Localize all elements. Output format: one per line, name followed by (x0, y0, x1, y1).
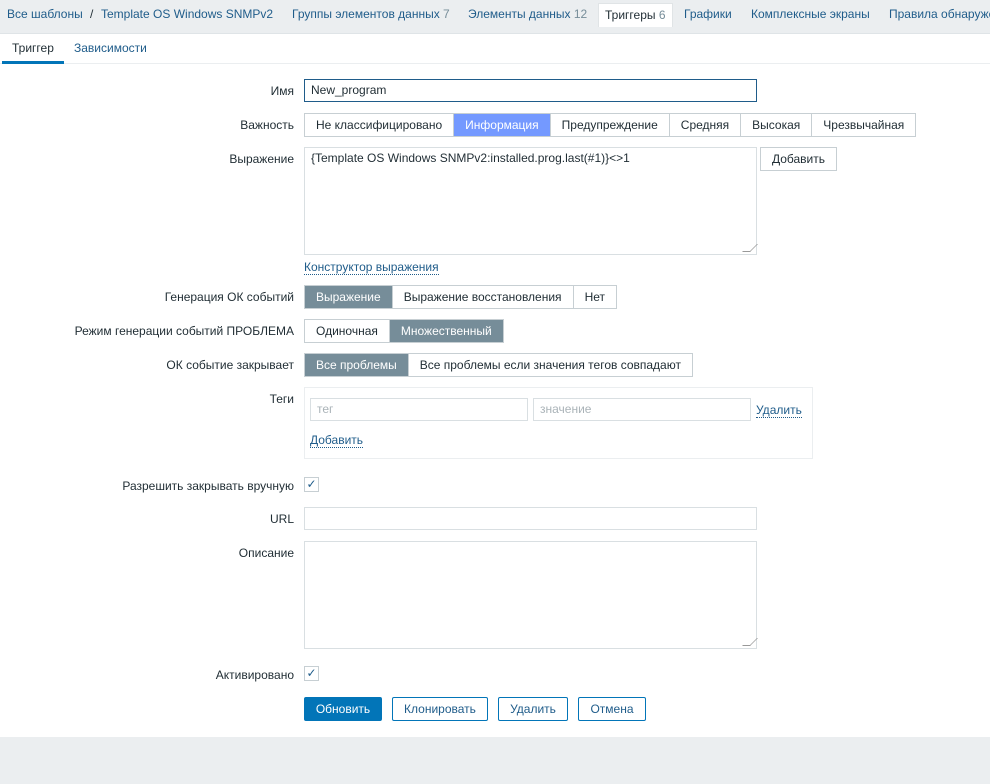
problem-mode-selector: Одиночная Множественный (304, 319, 504, 343)
cancel-button[interactable]: Отмена (578, 697, 646, 721)
severity-label: Важность (240, 118, 294, 132)
nav-count: 12 (573, 7, 588, 21)
nav-item-items[interactable]: Элементы данных 12 (468, 7, 587, 21)
tag-add-link[interactable]: Добавить (310, 433, 364, 448)
ok-gen-recovery[interactable]: Выражение восстановления (393, 286, 574, 308)
tag-value-input[interactable]: значение (533, 398, 751, 421)
nav-item-graphs[interactable]: Графики (684, 7, 732, 21)
ok-close-selector: Все проблемы Все проблемы если значения … (304, 353, 693, 377)
nav-item-label: Элементы данных (468, 7, 571, 21)
expression-constructor-link[interactable]: Конструктор выражения (304, 260, 439, 275)
nav-count: 6 (658, 8, 666, 22)
manual-close-label: Разрешить закрывать вручную (122, 479, 294, 493)
name-label: Имя (270, 84, 294, 98)
expression-textarea[interactable]: {Template OS Windows SNMPv2:installed.pr… (304, 147, 758, 255)
clone-button[interactable]: Клонировать (392, 697, 488, 721)
nav-count: 7 (443, 7, 450, 21)
problem-mode-multiple[interactable]: Множественный (389, 320, 503, 342)
severity-not-classified[interactable]: Не классифицировано (305, 114, 455, 136)
nav-item-triggers[interactable]: Триггеры 6 (598, 3, 673, 27)
breadcrumb-template[interactable]: Template OS Windows SNMPv2 (101, 7, 273, 21)
update-button[interactable]: Обновить (304, 697, 382, 721)
ok-close-all[interactable]: Все проблемы (305, 354, 409, 376)
severity-information[interactable]: Информация (454, 114, 551, 136)
nav-item-discovery[interactable]: Правила обнаруже (889, 7, 990, 21)
tag-name-input[interactable]: тег (310, 398, 528, 421)
add-expression-button[interactable]: Добавить (760, 147, 837, 171)
nav-item-groups[interactable]: Группы элементов данных 7 (292, 7, 450, 21)
breadcrumb-all-templates[interactable]: Все шаблоны (7, 7, 83, 21)
url-input[interactable] (304, 507, 757, 530)
ok-gen-expression[interactable]: Выражение (305, 286, 393, 308)
check-icon: ✓ (306, 666, 317, 680)
nav-item-label: Триггеры (605, 8, 656, 22)
enabled-label: Активировано (215, 668, 294, 682)
active-tab-indicator (2, 61, 64, 64)
description-textarea[interactable] (304, 541, 758, 649)
severity-selector: Не классифицировано Информация Предупреж… (304, 113, 917, 137)
ok-gen-selector: Выражение Выражение восстановления Нет (304, 285, 617, 309)
breadcrumb-nav: Все шаблоны / Template OS Windows SNMPv2… (0, 0, 990, 30)
ok-close-label: ОК событие закрывает (166, 358, 294, 372)
problem-mode-label: Режим генерации событий ПРОБЛЕМА (74, 324, 294, 338)
tab-trigger[interactable]: Триггер (12, 41, 54, 55)
manual-close-checkbox[interactable]: ✓ (304, 477, 319, 492)
check-icon: ✓ (306, 477, 317, 491)
tag-remove-link[interactable]: Удалить (756, 403, 802, 418)
description-label: Описание (238, 546, 294, 560)
expression-text: {Template OS Windows SNMPv2:installed.pr… (311, 151, 630, 165)
expression-label: Выражение (229, 152, 294, 166)
breadcrumb-separator: / (90, 7, 94, 21)
severity-average[interactable]: Средняя (670, 114, 742, 136)
name-input[interactable]: New_program (304, 79, 757, 102)
resize-handle[interactable] (742, 638, 758, 646)
url-label: URL (269, 512, 294, 526)
severity-warning[interactable]: Предупреждение (551, 114, 670, 136)
nav-item-screens[interactable]: Комплексные экраны (751, 7, 870, 21)
enabled-checkbox[interactable]: ✓ (304, 666, 319, 681)
tab-dependencies[interactable]: Зависимости (74, 41, 147, 55)
tab-bar: Триггер Зависимости (0, 33, 990, 64)
tags-label: Теги (269, 392, 294, 406)
delete-button[interactable]: Удалить (498, 697, 568, 721)
severity-disaster[interactable]: Чрезвычайная (812, 114, 915, 136)
severity-high[interactable]: Высокая (741, 114, 813, 136)
ok-gen-label: Генерация ОК событий (164, 290, 294, 304)
problem-mode-single[interactable]: Одиночная (305, 320, 390, 342)
resize-handle[interactable] (742, 244, 758, 252)
nav-item-label: Группы элементов данных (292, 7, 440, 21)
ok-close-tag-match[interactable]: Все проблемы если значения тегов совпада… (409, 354, 692, 376)
ok-gen-none[interactable]: Нет (574, 286, 616, 308)
